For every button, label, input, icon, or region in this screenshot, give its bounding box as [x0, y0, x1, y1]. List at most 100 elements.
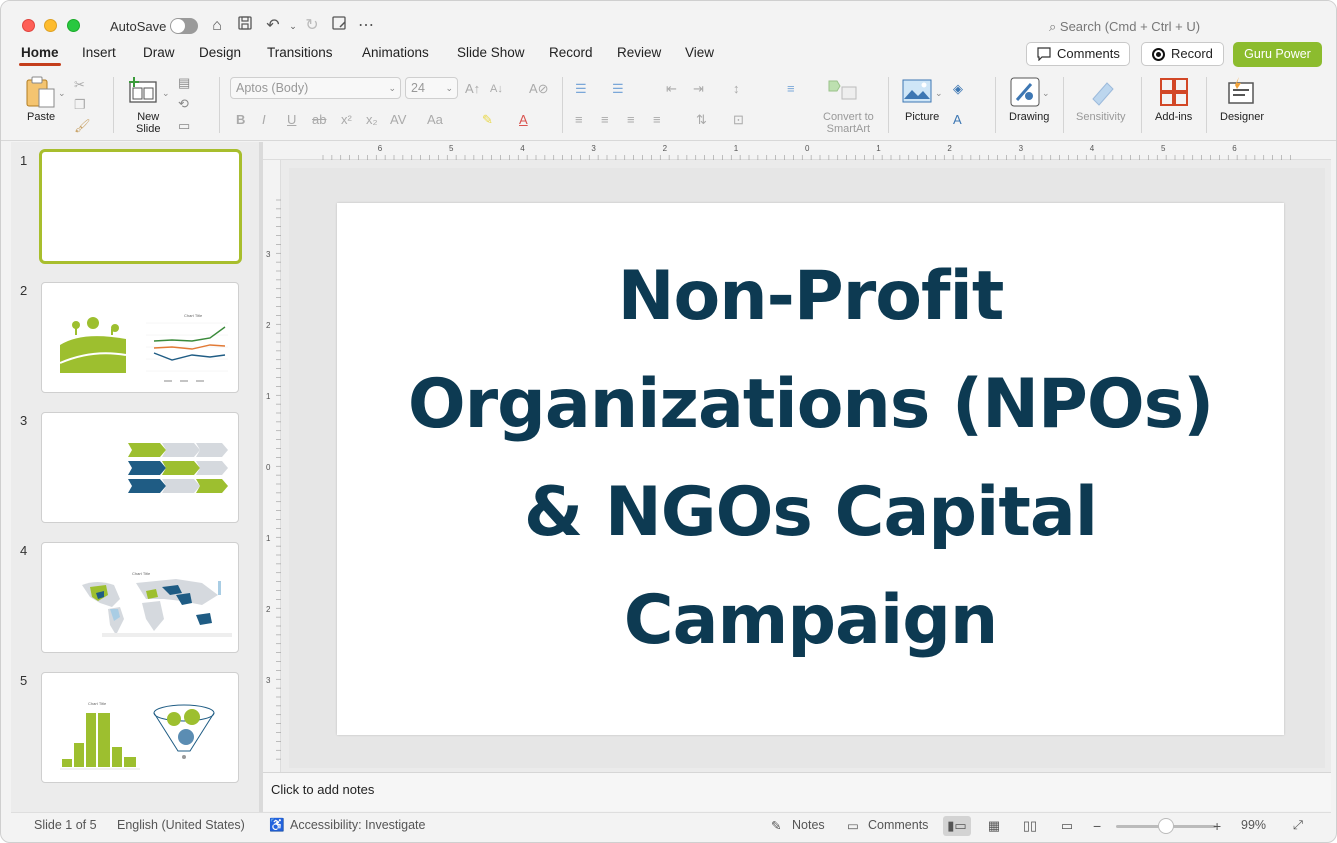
slide-sorter-view-button[interactable]: ▦	[980, 816, 1008, 836]
subscript-icon[interactable]: x₂	[366, 112, 378, 128]
slide-thumbnail-1[interactable]	[39, 149, 242, 264]
copy-icon[interactable]: ❐	[74, 97, 86, 113]
record-button[interactable]: Record	[1141, 42, 1224, 66]
comments-button[interactable]: Comments	[1026, 42, 1130, 66]
slide-thumbnail-3[interactable]	[41, 412, 239, 523]
change-case-icon[interactable]: Aa	[427, 112, 443, 128]
line-spacing-icon[interactable]: ↕	[733, 81, 740, 97]
comments-toggle[interactable]: Comments	[868, 818, 928, 832]
columns-icon[interactable]: ≡	[787, 81, 795, 97]
section-icon[interactable]: ▭	[178, 118, 190, 134]
save-icon[interactable]	[234, 15, 256, 37]
notes-pane[interactable]: Click to add notes	[263, 772, 1331, 811]
layout-icon[interactable]: ▤	[178, 75, 190, 91]
tab-review[interactable]: Review	[617, 45, 661, 60]
tab-animations[interactable]: Animations	[362, 45, 429, 60]
designer-label: Designer	[1220, 111, 1265, 123]
justify-icon[interactable]: ≡	[653, 112, 661, 128]
text-direction-icon[interactable]: ⇅	[696, 112, 707, 128]
strikethrough-icon[interactable]: ab	[312, 112, 326, 128]
accessibility-status[interactable]: Accessibility: Investigate	[290, 818, 425, 832]
zoom-level[interactable]: 99%	[1241, 818, 1266, 832]
zoom-in-icon[interactable]: +	[1213, 818, 1221, 834]
accessibility-icon[interactable]: ♿	[269, 818, 285, 833]
tab-home[interactable]: Home	[21, 45, 59, 60]
zoom-out-icon[interactable]: −	[1093, 818, 1101, 834]
undo-icon[interactable]: ↶	[262, 15, 284, 37]
format-painter-icon[interactable]: 🖌	[74, 118, 91, 134]
picture-dropdown-icon[interactable]: ⌄	[935, 85, 943, 101]
drawing-button[interactable]	[1009, 76, 1041, 108]
slideshow-view-button[interactable]: ▭	[1053, 816, 1081, 836]
more-icon[interactable]: ⋯	[355, 15, 377, 37]
notes-toggle[interactable]: Notes	[792, 818, 825, 832]
tab-design[interactable]: Design	[199, 45, 241, 60]
cut-icon[interactable]: ✂	[74, 77, 85, 93]
slide-1[interactable]: Non-Profit Organizations (NPOs) & NGOs C…	[337, 203, 1284, 735]
italic-icon[interactable]: I	[262, 112, 266, 128]
superscript-icon[interactable]: x²	[341, 112, 352, 128]
character-spacing-icon[interactable]: AV	[390, 112, 406, 128]
slide-thumbnail-4[interactable]: Chart Title	[41, 542, 239, 653]
slide-thumbnail-2[interactable]: Chart Title	[41, 282, 239, 393]
clear-format-icon[interactable]: A⊘	[529, 81, 549, 97]
tab-view[interactable]: View	[685, 45, 714, 60]
slide-title[interactable]: Non-Profit Organizations (NPOs) & NGOs C…	[377, 243, 1244, 675]
font-name-select[interactable]: Aptos (Body) ⌄	[230, 77, 401, 99]
autosave-toggle[interactable]	[170, 18, 198, 34]
slide-title-line: Organizations (NPOs)	[407, 365, 1214, 444]
tab-record[interactable]: Record	[549, 45, 593, 60]
comments-status-icon[interactable]: ▭	[847, 818, 859, 833]
guru-power-button[interactable]: Guru Power	[1233, 42, 1322, 67]
reading-view-button[interactable]: ▯▯	[1016, 816, 1044, 836]
convert-smartart-button[interactable]	[827, 77, 861, 103]
search-input[interactable]: ⌕ Search (Cmd + Ctrl + U)	[1049, 19, 1200, 35]
font-size-select[interactable]: 24 ⌄	[405, 77, 458, 99]
bold-icon[interactable]: B	[236, 112, 245, 128]
decrease-font-icon[interactable]: A↓	[490, 81, 503, 97]
align-left-icon[interactable]: ≡	[575, 112, 583, 128]
sensitivity-button[interactable]	[1087, 77, 1117, 107]
slide-thumbnail-5[interactable]: Chart Title	[41, 672, 239, 783]
close-window-button[interactable]	[22, 19, 35, 32]
increase-font-icon[interactable]: A↑	[465, 81, 480, 97]
redo-icon[interactable]: ↻	[301, 15, 323, 37]
normal-view-button[interactable]: ▮▭	[943, 816, 971, 836]
language-indicator[interactable]: English (United States)	[117, 818, 245, 832]
paste-dropdown-icon[interactable]: ⌄	[58, 85, 66, 101]
bullets-icon[interactable]: ☰	[575, 81, 587, 97]
align-text-icon[interactable]: ⊡	[733, 112, 744, 128]
customize-icon[interactable]	[328, 15, 350, 37]
picture-button[interactable]	[902, 79, 932, 103]
align-center-icon[interactable]: ≡	[601, 112, 609, 128]
drawing-dropdown-icon[interactable]: ⌄	[1042, 85, 1050, 101]
addins-button[interactable]	[1159, 77, 1189, 107]
ruler-label: 2	[947, 144, 952, 153]
paste-button[interactable]	[23, 75, 63, 111]
decrease-indent-icon[interactable]: ⇤	[666, 81, 677, 97]
designer-button[interactable]	[1225, 75, 1257, 107]
increase-indent-icon[interactable]: ⇥	[693, 81, 704, 97]
tab-insert[interactable]: Insert	[82, 45, 116, 60]
new-slide-button[interactable]	[127, 76, 159, 106]
underline-icon[interactable]: U	[287, 112, 296, 128]
new-slide-dropdown-icon[interactable]: ⌄	[162, 85, 170, 101]
textbox-icon[interactable]: A	[953, 112, 962, 128]
tab-transitions[interactable]: Transitions	[267, 45, 333, 60]
numbering-icon[interactable]: ☰	[612, 81, 624, 97]
zoom-window-button[interactable]	[67, 19, 80, 32]
font-name-value: Aptos (Body)	[236, 81, 309, 95]
font-color-icon[interactable]: A	[519, 112, 528, 128]
fit-to-window-icon[interactable]: ⤢	[1293, 818, 1303, 833]
thumbnail-number: 5	[20, 673, 28, 688]
reset-icon[interactable]: ⟲	[178, 96, 189, 112]
tab-draw[interactable]: Draw	[143, 45, 175, 60]
tab-slide-show[interactable]: Slide Show	[457, 45, 525, 60]
notes-icon[interactable]: ✎	[771, 818, 781, 833]
zoom-slider-knob[interactable]	[1158, 818, 1174, 834]
highlight-icon[interactable]: ✎	[482, 112, 493, 128]
shapes-icon[interactable]: ◈	[953, 81, 963, 97]
home-icon[interactable]: ⌂	[206, 15, 228, 37]
minimize-window-button[interactable]	[44, 19, 57, 32]
align-right-icon[interactable]: ≡	[627, 112, 635, 128]
